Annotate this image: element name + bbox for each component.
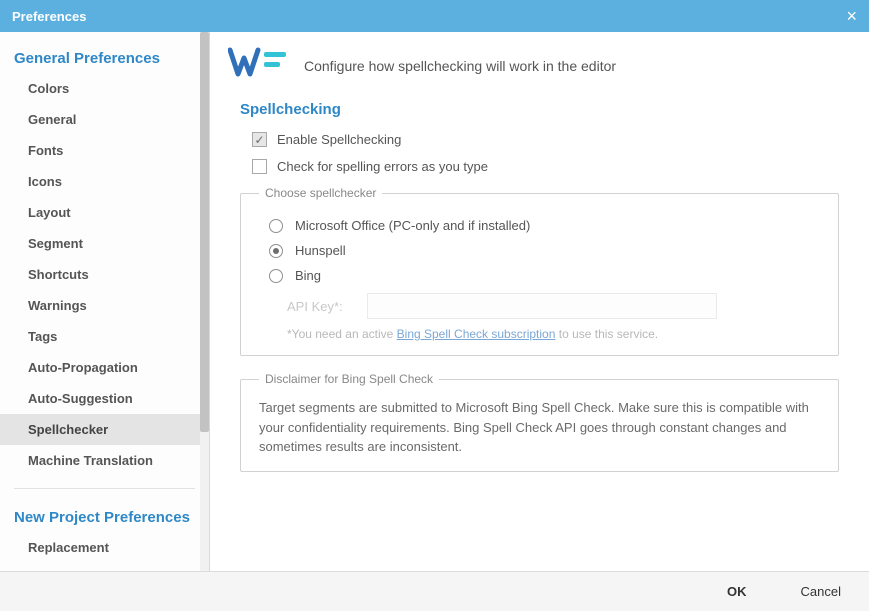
content-header: Configure how spellchecking will work in…: [210, 32, 869, 95]
sidebar-item-translation-memory[interactable]: Translation Memory: [0, 563, 209, 571]
sidebar-scroll-thumb[interactable]: [200, 32, 209, 432]
radio-bing-label: Bing: [295, 268, 321, 283]
radio-bing[interactable]: [269, 269, 283, 283]
sidebar-divider: [14, 488, 195, 489]
api-key-label: API Key*:: [287, 299, 367, 314]
sidebar-item-segment[interactable]: Segment: [0, 228, 209, 259]
sidebar-item-tags[interactable]: Tags: [0, 321, 209, 352]
api-key-note: *You need an active Bing Spell Check sub…: [287, 327, 820, 341]
sidebar-item-colors[interactable]: Colors: [0, 73, 209, 104]
bing-disclaimer-legend: Disclaimer for Bing Spell Check: [259, 372, 439, 386]
close-icon[interactable]: ×: [846, 6, 857, 27]
sidebar-item-warnings[interactable]: Warnings: [0, 290, 209, 321]
bing-disclaimer-group: Disclaimer for Bing Spell Check Target s…: [240, 372, 839, 472]
live-check-row: Check for spelling errors as you type: [252, 159, 839, 174]
choose-spellchecker-legend: Choose spellchecker: [259, 186, 382, 200]
content-pane: Configure how spellchecking will work in…: [210, 32, 869, 571]
titlebar: Preferences ×: [0, 0, 869, 32]
radio-row-bing: Bing: [269, 268, 820, 283]
sidebar-item-auto-propagation[interactable]: Auto-Propagation: [0, 352, 209, 383]
ok-button[interactable]: OK: [717, 578, 757, 605]
sidebar-item-machine-translation[interactable]: Machine Translation: [0, 445, 209, 476]
api-key-row: API Key*:: [287, 293, 820, 319]
sidebar-item-fonts[interactable]: Fonts: [0, 135, 209, 166]
bing-subscription-link[interactable]: Bing Spell Check subscription: [397, 327, 556, 341]
radio-msoffice-label: Microsoft Office (PC-only and if install…: [295, 218, 530, 233]
radio-hunspell[interactable]: [269, 244, 283, 258]
window-title: Preferences: [12, 9, 86, 24]
dialog-footer: OK Cancel: [0, 571, 869, 611]
cancel-button[interactable]: Cancel: [791, 578, 851, 605]
radio-row-hunspell: Hunspell: [269, 243, 820, 258]
sidebar-item-spellchecker[interactable]: Spellchecker: [0, 414, 209, 445]
live-check-label: Check for spelling errors as you type: [277, 159, 488, 174]
sidebar-section-newproject: New Project Preferences: [0, 501, 209, 532]
dialog-body: General Preferences Colors General Fonts…: [0, 32, 869, 571]
sidebar-item-replacement[interactable]: Replacement: [0, 532, 209, 563]
sidebar-item-general[interactable]: General: [0, 104, 209, 135]
enable-spellchecking-row: Enable Spellchecking: [252, 132, 839, 147]
radio-msoffice[interactable]: [269, 219, 283, 233]
live-check-checkbox[interactable]: [252, 159, 267, 174]
api-note-suffix: to use this service.: [555, 327, 658, 341]
sidebar-item-auto-suggestion[interactable]: Auto-Suggestion: [0, 383, 209, 414]
choose-spellchecker-group: Choose spellchecker Microsoft Office (PC…: [240, 186, 839, 356]
panel-title: Spellchecking: [240, 101, 839, 118]
radio-hunspell-label: Hunspell: [295, 243, 346, 258]
sidebar-scrollbar[interactable]: [200, 32, 209, 571]
bing-disclaimer-text: Target segments are submitted to Microso…: [259, 398, 820, 457]
enable-spellchecking-checkbox[interactable]: [252, 132, 267, 147]
sidebar-item-shortcuts[interactable]: Shortcuts: [0, 259, 209, 290]
api-note-prefix: *You need an active: [287, 327, 397, 341]
radio-row-msoffice: Microsoft Office (PC-only and if install…: [269, 218, 820, 233]
sidebar-item-layout[interactable]: Layout: [0, 197, 209, 228]
sidebar-section-general: General Preferences: [0, 42, 209, 73]
content-header-text: Configure how spellchecking will work in…: [304, 58, 616, 74]
app-logo-icon: [228, 44, 290, 87]
sidebar-item-icons[interactable]: Icons: [0, 166, 209, 197]
api-key-input[interactable]: [367, 293, 717, 319]
sidebar: General Preferences Colors General Fonts…: [0, 32, 210, 571]
enable-spellchecking-label: Enable Spellchecking: [277, 132, 401, 147]
